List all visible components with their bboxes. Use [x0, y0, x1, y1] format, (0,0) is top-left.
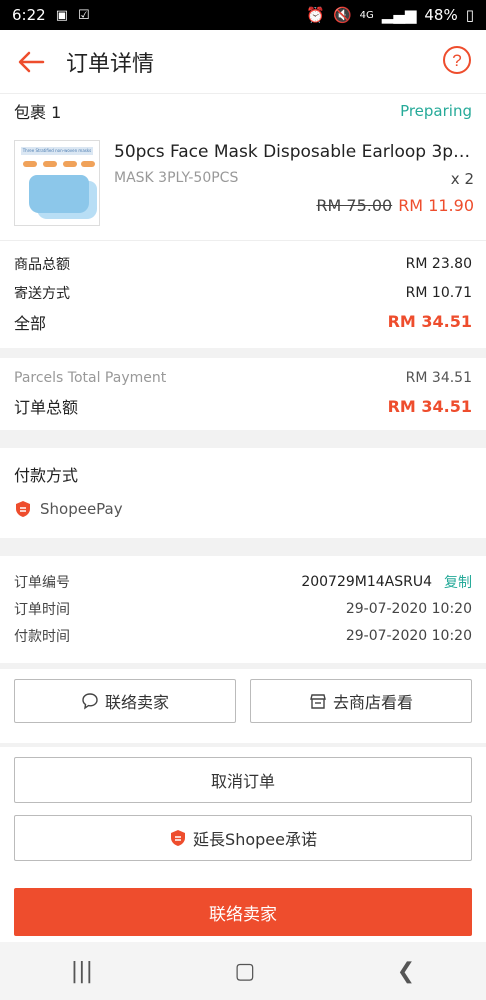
summary-row-total: 全部 RM 34.51 [14, 307, 472, 336]
order-total-label: 订单总额 [14, 398, 79, 417]
cancel-order-button[interactable]: 取消订单 [14, 757, 472, 803]
order-time-value: 29-07-2020 10:20 [345, 600, 472, 617]
product-variation: MASK 3PLY-50PCS [114, 170, 239, 186]
status-time: 6:22 [12, 6, 46, 24]
status-bar: 6:22 ▣ ☑ ⏰ 🔇 4G ▂▄▆ 48% ▯ [0, 0, 486, 30]
contact-seller-label: 联络卖家 [104, 693, 169, 712]
payment-time-row: 付款时间 29-07-2020 10:20 [14, 622, 472, 649]
parcels-total-row: Parcels Total Payment RM 34.51 [14, 364, 472, 392]
page-title: 订单详情 [66, 51, 155, 77]
app-bar: 订单详情 ? [0, 30, 486, 94]
order-total-row: 订单总额 RM 34.51 [14, 392, 472, 420]
summary-value: RM 23.80 [405, 255, 472, 272]
payment-card: 付款方式 ShopeePay [0, 448, 486, 538]
system-nav-bar: ||| ▢ ❮ [0, 942, 486, 1000]
chat-icon [82, 693, 98, 710]
shopee-shield-icon [16, 501, 30, 517]
payment-method: ShopeePay [14, 500, 472, 518]
order-total-value: RM 34.51 [387, 396, 472, 416]
help-icon: ? [443, 45, 471, 74]
summary-label: 商品总额 [14, 256, 70, 273]
contact-seller-button[interactable]: 联络卖家 [14, 679, 236, 723]
payment-time-label: 付款时间 [14, 628, 70, 645]
signal-icon: ▂▄▆ [381, 6, 417, 24]
summary-value: RM 10.71 [405, 284, 472, 301]
order-number-label: 订单编号 [14, 574, 70, 591]
original-price: RM 75.00 [316, 196, 393, 215]
extend-guarantee-label: 延長Shopee承诺 [193, 830, 317, 849]
package-card: 包裹 1 Preparing Three Stratified non-wove… [0, 94, 486, 348]
bottom-bar: 联络卖家 [0, 880, 486, 942]
thumbnail-tag [63, 161, 77, 167]
thumbnail-tag [81, 161, 95, 167]
order-info-card: 订单编号 200729M14ASRU4 复制 订单时间 29-07-2020 1… [0, 556, 486, 663]
package-status: Preparing [400, 102, 472, 120]
copy-button[interactable]: 复制 [444, 572, 472, 592]
package-summary: 商品总额 RM 23.80 寄送方式 RM 10.71 全部 RM 34.51 [0, 241, 486, 348]
shopee-shield-icon [171, 830, 186, 846]
order-number-value: 200729M14ASRU4 [301, 573, 432, 590]
home-icon[interactable]: ▢ [235, 959, 256, 984]
network-label: 4G [359, 9, 374, 21]
order-time-label: 订单时间 [14, 601, 70, 618]
thumbnail-tag [43, 161, 57, 167]
product-item[interactable]: Three Stratified non-woven masks 50pcs F… [0, 128, 486, 241]
system-back-icon[interactable]: ❮ [397, 959, 415, 984]
totals-card: Parcels Total Payment RM 34.51 订单总额 RM 3… [0, 358, 486, 430]
summary-value: RM 34.51 [387, 312, 472, 331]
svg-text:?: ? [452, 51, 461, 70]
product-prices: RM 75.00 RM 11.90 [114, 196, 474, 215]
battery-icon: ▯ [465, 6, 474, 24]
payment-label: 付款方式 [14, 466, 79, 485]
back-button[interactable] [14, 45, 48, 79]
help-button[interactable]: ? [442, 45, 472, 79]
product-name: 50pcs Face Mask Disposable Earloop 3ply … [114, 142, 474, 162]
gallery-icon: ▣ [55, 7, 68, 23]
summary-row: 寄送方式 RM 10.71 [14, 278, 472, 307]
parcels-total-label: Parcels Total Payment [14, 370, 167, 386]
thumbnail-caption-band: Three Stratified non-woven masks [21, 147, 93, 155]
order-actions: 取消订单 延長Shopee承诺 [0, 747, 486, 883]
back-arrow-icon [18, 51, 45, 72]
mute-icon: 🔇 [332, 6, 352, 24]
summary-label: 寄送方式 [14, 285, 70, 302]
contact-seller-primary-button[interactable]: 联络卖家 [14, 888, 472, 936]
visit-shop-button[interactable]: 去商店看看 [250, 679, 472, 723]
thumbnail-caption: Three Stratified non-woven masks [22, 148, 92, 153]
summary-row: 商品总额 RM 23.80 [14, 249, 472, 278]
actions-row: 联络卖家 去商店看看 [0, 669, 486, 743]
payment-time-value: 29-07-2020 10:20 [345, 627, 472, 644]
mask-image [29, 175, 89, 213]
alarm-icon: ⏰ [306, 6, 325, 24]
product-thumbnail: Three Stratified non-woven masks [14, 140, 100, 226]
package-header: 包裹 1 Preparing [0, 94, 486, 128]
payment-method-name: ShopeePay [40, 500, 123, 518]
order-number-row: 订单编号 200729M14ASRU4 复制 [14, 568, 472, 595]
cancel-order-label: 取消订单 [210, 772, 275, 791]
shop-icon [310, 694, 326, 709]
order-time-row: 订单时间 29-07-2020 10:20 [14, 595, 472, 622]
primary-button-label: 联络卖家 [209, 904, 277, 925]
thumbnail-tag [23, 161, 37, 167]
visit-shop-label: 去商店看看 [332, 693, 413, 712]
battery-text: 48% [424, 6, 458, 24]
recent-apps-icon[interactable]: ||| [71, 959, 93, 984]
product-quantity: x 2 [450, 170, 474, 188]
extend-guarantee-button[interactable]: 延長Shopee承诺 [14, 815, 472, 861]
download-icon: ☑ [77, 7, 90, 23]
parcels-total-value: RM 34.51 [405, 370, 472, 386]
sale-price: RM 11.90 [398, 196, 474, 215]
package-label: 包裹 1 [14, 103, 62, 122]
summary-label: 全部 [14, 313, 47, 333]
